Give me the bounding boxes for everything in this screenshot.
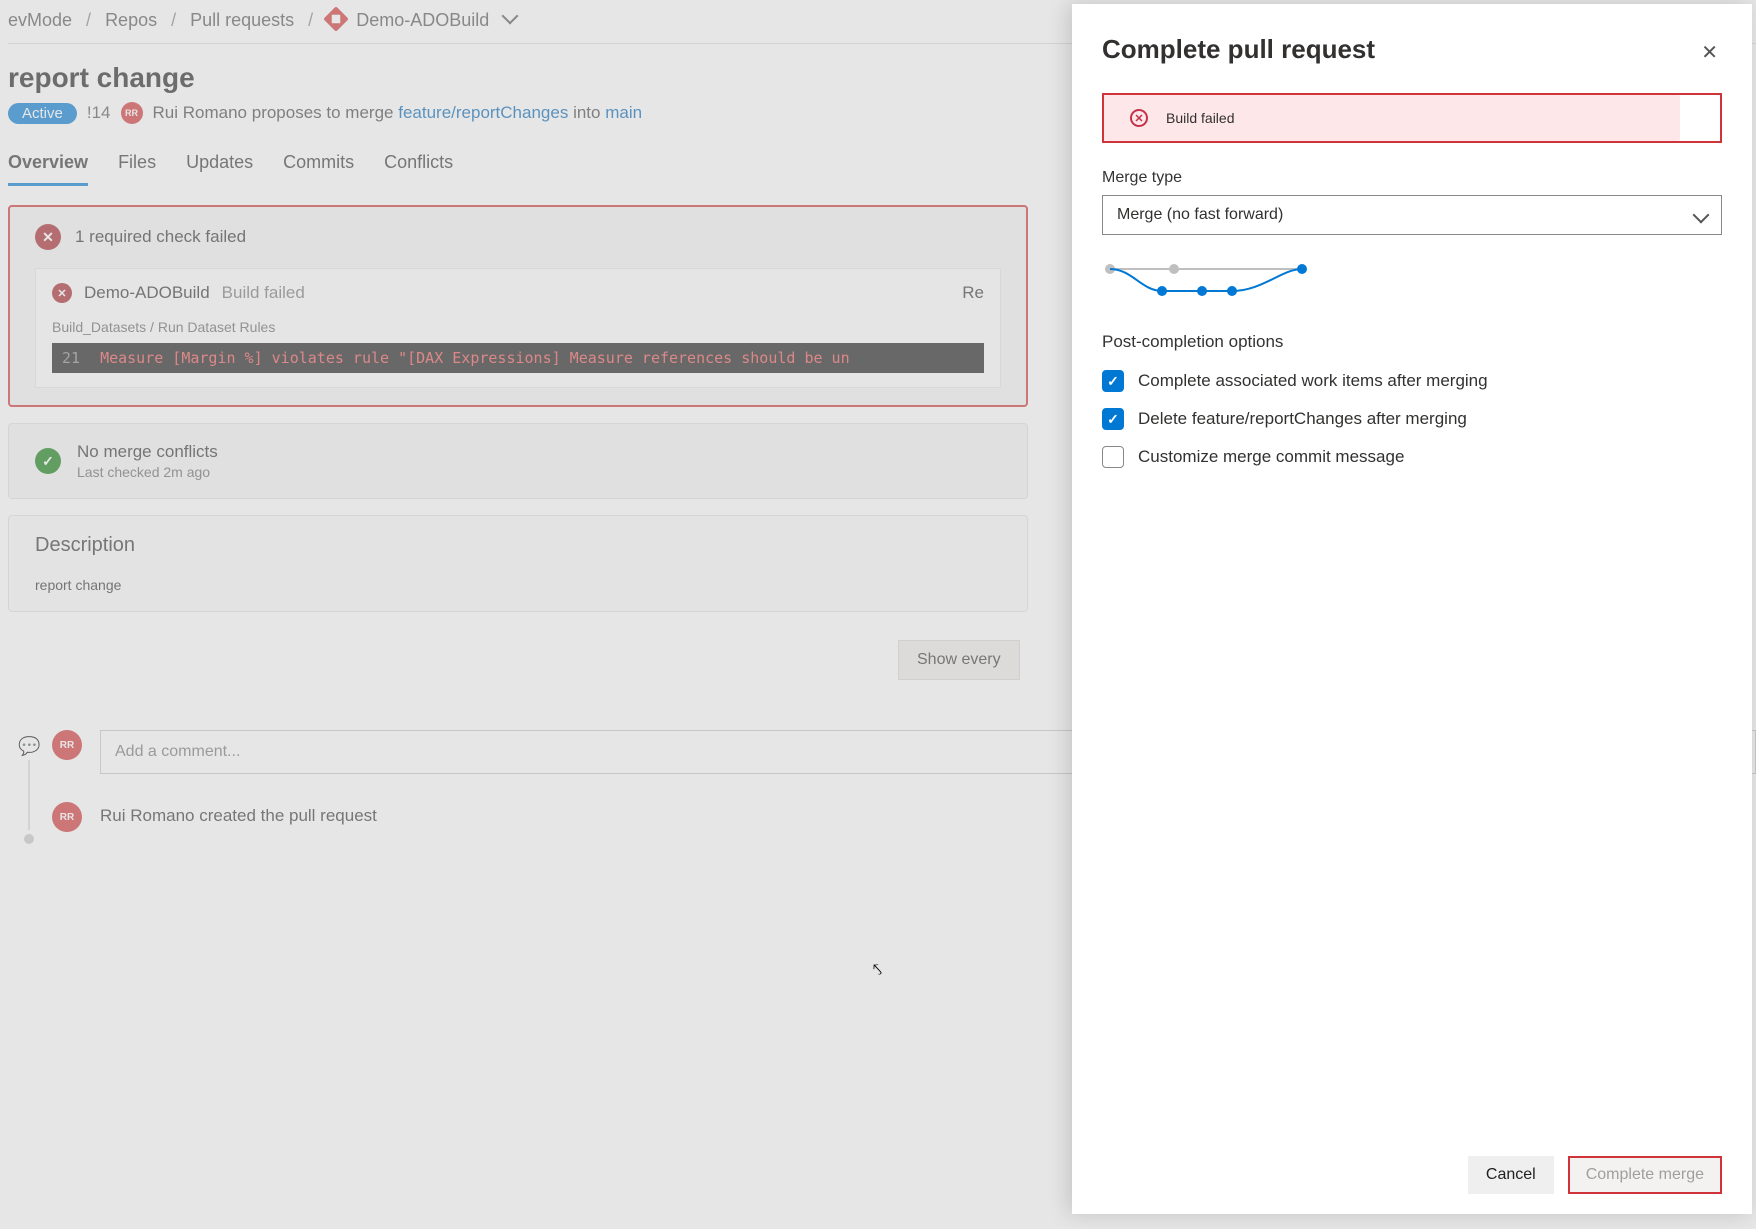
breadcrumb-repo-label: Demo-ADOBuild [356, 10, 489, 30]
cursor-icon: ⤣ [873, 962, 882, 980]
error-icon: ✕ [52, 283, 72, 303]
source-branch-link[interactable]: feature/reportChanges [398, 103, 568, 122]
cutoff-text: Re [962, 283, 984, 303]
description-heading: Description [35, 534, 1001, 557]
checkbox-icon: ✓ [1102, 370, 1124, 392]
checks-card: ✕ 1 required check failed ✕ Demo-ADOBuil… [8, 205, 1028, 407]
build-status: Build failed [222, 283, 305, 303]
proposes-text: proposes to merge [252, 103, 394, 122]
tab-updates[interactable]: Updates [186, 146, 253, 186]
timeline-event: Rui Romano created the pull request [100, 802, 377, 826]
description-card: Description report change [8, 515, 1028, 612]
separator: / [86, 10, 91, 31]
post-completion-label: Post-completion options [1102, 332, 1722, 352]
build-name: Demo-ADOBuild [84, 283, 210, 303]
breadcrumb-item[interactable]: Repos [105, 10, 157, 31]
checks-heading: 1 required check failed [75, 227, 246, 247]
status-badge: Active [8, 103, 77, 124]
alert-highlight: ✕ Build failed [1102, 93, 1722, 143]
avatar[interactable]: RR [52, 802, 82, 832]
author-name[interactable]: Rui Romano [153, 103, 248, 122]
build-step-path: Build_Datasets / Run Dataset Rules [52, 319, 984, 335]
tab-overview[interactable]: Overview [8, 146, 88, 186]
chevron-down-icon[interactable] [502, 8, 519, 25]
chevron-down-icon [1693, 207, 1710, 224]
complete-pr-panel: Complete pull request ✕ ✕ Build failed M… [1072, 4, 1752, 1214]
timeline-connector [28, 760, 30, 830]
cancel-button[interactable]: Cancel [1468, 1156, 1554, 1194]
breadcrumb-item[interactable]: evMode [8, 10, 72, 31]
merge-type-value: Merge (no fast forward) [1117, 206, 1283, 224]
pr-id: !14 [87, 103, 111, 123]
discussion-icon: 💬 [18, 736, 40, 757]
close-button[interactable]: ✕ [1701, 40, 1718, 65]
error-message: Measure [Margin %] violates rule "[DAX E… [100, 349, 850, 367]
line-number: 21 [62, 349, 80, 367]
merge-diagram [1102, 261, 1722, 304]
target-branch-link[interactable]: main [605, 103, 642, 122]
conflicts-subtitle: Last checked 2m ago [77, 464, 218, 480]
build-subcard[interactable]: ✕ Demo-ADOBuild Build failed Re Build_Da… [35, 268, 1001, 388]
tab-conflicts[interactable]: Conflicts [384, 146, 453, 186]
separator: / [171, 10, 176, 31]
checkbox-label: Customize merge commit message [1138, 447, 1404, 467]
checkbox-complete-work-items[interactable]: ✓ Complete associated work items after m… [1102, 370, 1722, 392]
avatar[interactable]: RR [52, 730, 82, 760]
separator: / [308, 10, 313, 31]
breadcrumb-repo[interactable]: Demo-ADOBuild [327, 10, 516, 31]
tab-files[interactable]: Files [118, 146, 156, 186]
repo-icon [323, 6, 348, 31]
tab-commits[interactable]: Commits [283, 146, 354, 186]
description-body: report change [35, 577, 1001, 593]
panel-title: Complete pull request [1102, 34, 1722, 65]
checkbox-label: Complete associated work items after mer… [1138, 371, 1488, 391]
error-icon: ✕ [35, 224, 61, 250]
conflicts-title: No merge conflicts [77, 442, 218, 462]
checkbox-label: Delete feature/reportChanges after mergi… [1138, 409, 1467, 429]
build-failed-alert: ✕ Build failed [1104, 95, 1680, 141]
success-icon: ✓ [35, 448, 61, 474]
checkbox-delete-branch[interactable]: ✓ Delete feature/reportChanges after mer… [1102, 408, 1722, 430]
into-text: into [573, 103, 600, 122]
show-everything-button[interactable]: Show every [898, 640, 1020, 680]
timeline-dot [24, 834, 34, 844]
breadcrumb-item[interactable]: Pull requests [190, 10, 294, 31]
complete-merge-button[interactable]: Complete merge [1568, 1156, 1722, 1194]
merge-type-label: Merge type [1102, 169, 1722, 187]
avatar[interactable]: RR [121, 102, 143, 124]
merge-type-select[interactable]: Merge (no fast forward) [1102, 195, 1722, 235]
error-log-line: 21 Measure [Margin %] violates rule "[DA… [52, 343, 984, 373]
merge-conflicts-card: ✓ No merge conflicts Last checked 2m ago [8, 423, 1028, 499]
checkbox-icon [1102, 446, 1124, 468]
checkbox-customize-message[interactable]: Customize merge commit message [1102, 446, 1722, 468]
alert-text: Build failed [1166, 110, 1235, 126]
error-circle-icon: ✕ [1130, 109, 1148, 127]
checkbox-icon: ✓ [1102, 408, 1124, 430]
